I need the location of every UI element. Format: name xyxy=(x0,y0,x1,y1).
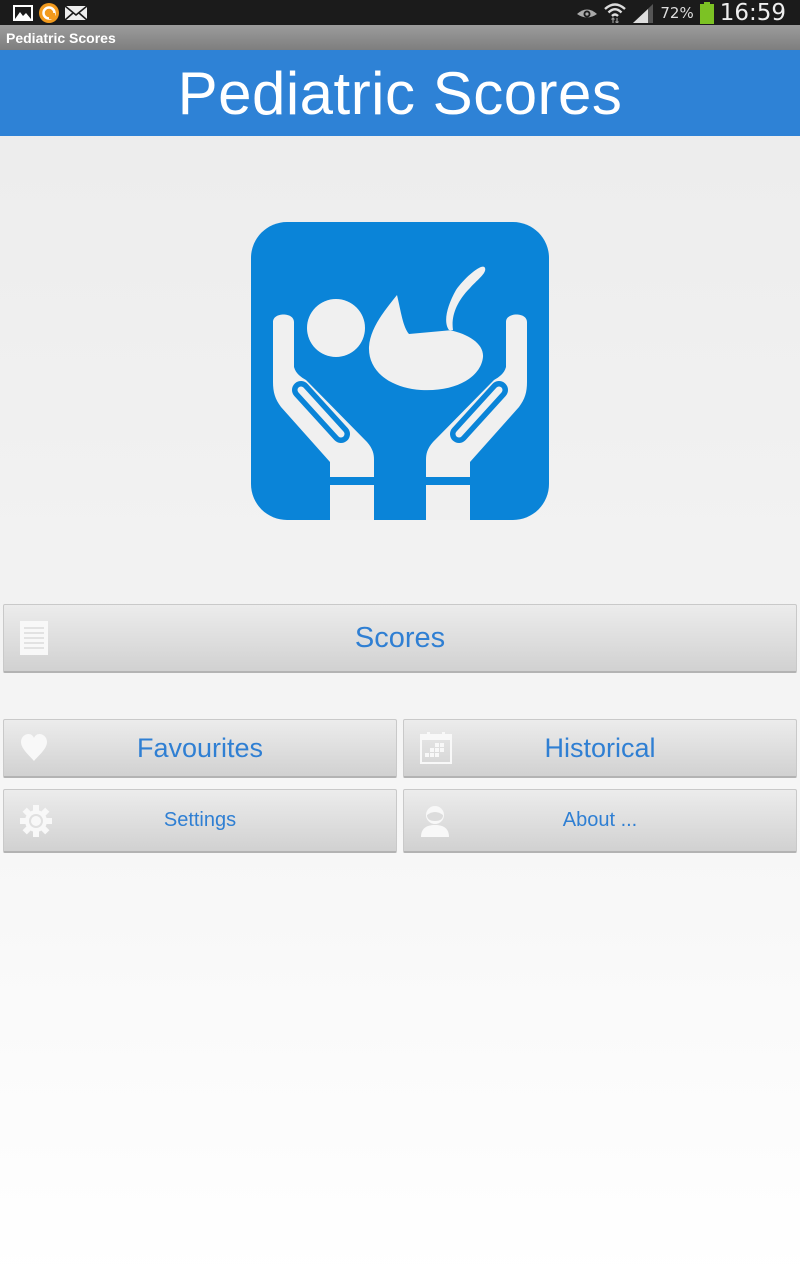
historical-label: Historical xyxy=(544,732,656,763)
calendar-icon xyxy=(420,732,452,764)
favourites-button[interactable]: Favourites xyxy=(3,719,397,778)
status-bar: 72% 16:59 xyxy=(0,0,800,26)
mail-icon xyxy=(64,4,88,21)
system-tray: 72% 16:59 xyxy=(576,0,800,26)
battery-percent: 72% xyxy=(660,3,694,22)
favourites-label: Favourites xyxy=(136,732,264,763)
hands-holding-baby-icon xyxy=(251,222,549,520)
about-label: About ... xyxy=(562,809,638,831)
notification-area xyxy=(0,2,88,24)
scores-button[interactable]: Scores xyxy=(3,604,797,673)
app-header: Pediatric Scores xyxy=(0,50,800,136)
wifi-icon xyxy=(604,2,627,23)
page-title: Pediatric Scores xyxy=(177,59,623,127)
window-title: Pediatric Scores xyxy=(6,29,116,46)
app-logo xyxy=(251,222,549,520)
clock: 16:59 xyxy=(719,0,786,26)
settings-button[interactable]: Settings xyxy=(3,789,397,853)
about-button[interactable]: About ... xyxy=(403,789,797,853)
gallery-icon xyxy=(12,4,34,22)
heart-icon xyxy=(20,734,48,762)
document-icon xyxy=(20,621,48,655)
window-title-bar: Pediatric Scores xyxy=(0,25,800,50)
sync-app-icon xyxy=(38,2,60,24)
signal-icon xyxy=(632,3,654,23)
scores-label: Scores xyxy=(354,621,446,654)
person-icon xyxy=(420,805,450,837)
historical-button[interactable]: Historical xyxy=(403,719,797,778)
eye-icon xyxy=(576,5,598,21)
gear-icon xyxy=(20,804,52,837)
battery-icon xyxy=(699,1,714,24)
settings-label: Settings xyxy=(163,809,237,831)
